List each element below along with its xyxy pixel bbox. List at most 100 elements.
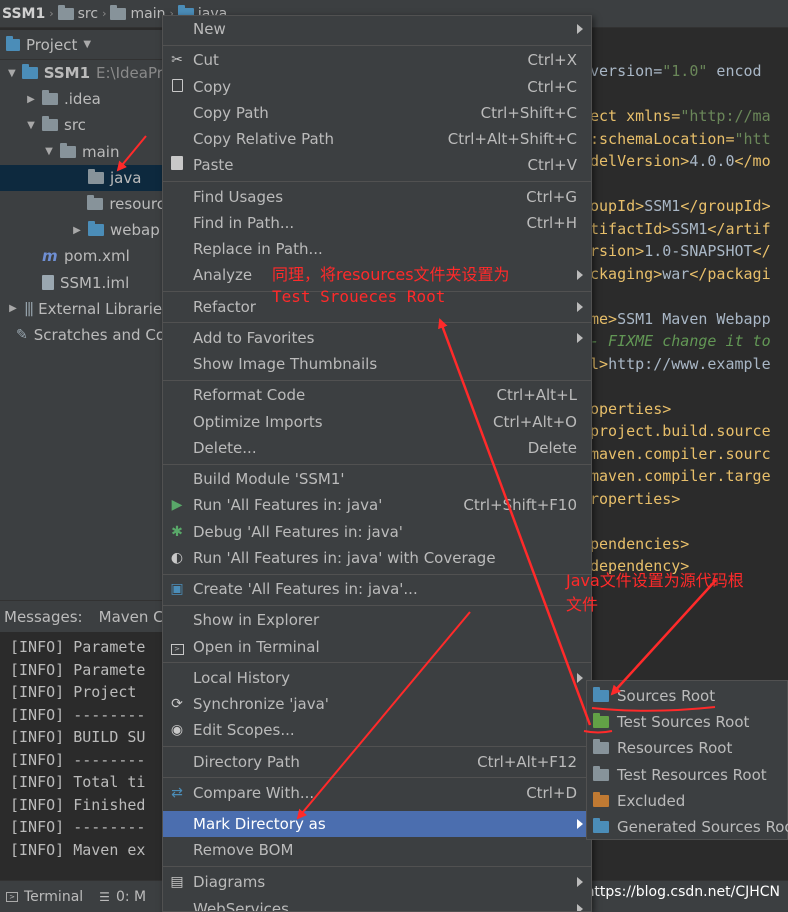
tree-item-main[interactable]: ▼ main [0, 139, 165, 165]
terminal-tab[interactable]: > Terminal [6, 889, 83, 905]
tree-item--idea[interactable]: ▶ .idea [0, 86, 165, 112]
console-line: [INFO] -------- [10, 818, 146, 836]
submenu-item-resources-root[interactable]: Resources Root [587, 735, 788, 761]
maven-tab[interactable]: Maven C [99, 608, 164, 626]
tree-item-src[interactable]: ▼ src [0, 112, 165, 138]
folder-icon [42, 90, 58, 106]
code-line: oupId>SSM1</groupId> [590, 197, 771, 219]
submenu-item-sources-root[interactable]: Sources Root [587, 683, 788, 709]
code-token: ect xmlns= [590, 107, 681, 125]
menu-item-webservices[interactable]: WebServices [163, 896, 591, 911]
code-token: - FIXME change it to [590, 332, 771, 350]
expand-right-icon[interactable]: ▶ [72, 225, 82, 236]
menu-item-label: Run 'All Features in: java' [193, 496, 383, 514]
code-line: maven.compiler.targe [590, 467, 771, 489]
menu-item-directory-path[interactable]: Directory Path Ctrl+Alt+F12 [163, 749, 591, 775]
tree-item-label: Scratches and Co [33, 326, 165, 344]
tree-item-webap[interactable]: ▶ webap [0, 217, 165, 243]
expand-right-icon[interactable]: ▶ [8, 303, 18, 314]
resources-root-icon [593, 739, 609, 755]
code-token: </packagi [689, 264, 771, 283]
menu-item-edit-scopes[interactable]: ◉ Edit Scopes... [163, 717, 591, 743]
menu-item-label: Replace in Path... [193, 240, 323, 258]
project-panel-header[interactable]: Project ▼ [0, 30, 165, 60]
menu-item-remove-bom[interactable]: Remove BOM [163, 837, 591, 863]
coverage-icon: ◐ [170, 550, 184, 566]
menu-item-run-all-features-in-java-with-coverage[interactable]: ◐ Run 'All Features in: java' with Covera… [163, 545, 591, 571]
console-line: [INFO] -------- [10, 750, 146, 769]
tree-item-scratches-and-co[interactable]: ✎ Scratches and Co [0, 322, 165, 348]
code-token: project.build.source [590, 422, 771, 440]
expand-down-icon[interactable]: ▼ [44, 146, 54, 157]
submenu-item-generated-sources-roo[interactable]: Generated Sources Roo [587, 814, 788, 840]
messages-bottom-tab[interactable]: ☰ 0: M [99, 889, 146, 905]
menu-item-shortcut: Ctrl+Shift+C [480, 104, 577, 122]
menu-item-show-in-explorer[interactable]: Show in Explorer [163, 607, 591, 633]
menu-item-find-usages[interactable]: Find Usages Ctrl+G [163, 184, 591, 210]
expand-down-icon[interactable]: ▼ [26, 120, 36, 131]
context-menu: New ✂ Cut Ctrl+X Copy Ctrl+C Copy Path Ctrl+Shi… [162, 15, 592, 912]
code-line: me>SSM1 Maven Webapp [590, 310, 771, 332]
code-token: maven.compiler.targe [590, 467, 771, 485]
menu-item-shortcut: Ctrl+G [526, 188, 577, 206]
menu-item-optimize-imports[interactable]: Optimize Imports Ctrl+Alt+O [163, 409, 591, 435]
nav-src[interactable]: src [57, 4, 98, 22]
submenu-item-excluded[interactable]: Excluded [587, 788, 788, 814]
tree-item-label: External Librarie [38, 299, 163, 318]
code-editor[interactable]: version="1.0" encod ect xmlns="http://ma:… [590, 60, 788, 600]
tree-item-ssm1-iml[interactable]: SSM1.iml [0, 270, 165, 296]
expand-down-icon[interactable]: ▼ [8, 68, 16, 79]
menu-item-reformat-code[interactable]: Reformat Code Ctrl+Alt+L [163, 382, 591, 408]
menu-item-copy-relative-path[interactable]: Copy Relative Path Ctrl+Alt+Shift+C [163, 126, 591, 152]
code-token: l> [590, 354, 609, 373]
tree-item-ssm1[interactable]: ▼ SSM1 E:\IdeaPro [0, 60, 172, 86]
submenu-arrow-icon [577, 24, 583, 34]
menu-item-find-in-path[interactable]: Find in Path... Ctrl+H [163, 210, 591, 236]
menu-item-delete[interactable]: Delete... Delete [163, 435, 591, 461]
menu-item-shortcut: Ctrl+Alt+O [493, 413, 577, 431]
menu-item-label: Copy [193, 78, 232, 96]
code-token: "http://ma [680, 107, 771, 125]
menu-item-compare-with[interactable]: ⇄ Compare With... Ctrl+D [163, 780, 591, 806]
menu-item-debug-all-features-in-java[interactable]: ✱ Debug 'All Features in: java' [163, 519, 591, 545]
test-sources-root-icon [593, 713, 609, 729]
menu-item-open-in-terminal[interactable]: > Open in Terminal [163, 634, 591, 660]
chevron-down-icon[interactable]: ▼ [83, 39, 91, 50]
nav-main[interactable]: main [110, 4, 165, 22]
java-annotation-line1: Java文件设置为源代码根 [566, 571, 744, 590]
menu-item-copy[interactable]: Copy Ctrl+C [163, 74, 591, 100]
submenu-item-test-sources-root[interactable]: Test Sources Root [587, 709, 788, 735]
menu-item-show-image-thumbnails[interactable]: Show Image Thumbnails [163, 351, 591, 377]
expand-right-icon[interactable]: ▶ [26, 94, 36, 105]
menu-item-cut[interactable]: ✂ Cut Ctrl+X [163, 47, 591, 73]
menu-item-paste[interactable]: Paste Ctrl+V [163, 152, 591, 178]
folder-icon [60, 142, 76, 158]
menu-item-diagrams[interactable]: ▤ Diagrams [163, 869, 591, 895]
project-tree: ▼ SSM1 E:\IdeaPro ▶ .idea ▼ src ▼ main java resour… [0, 60, 172, 600]
menu-item-label: Copy Relative Path [193, 130, 335, 148]
code-line: - FIXME change it to [590, 332, 771, 354]
tree-item-label: SSM1 [43, 64, 90, 82]
menu-item-mark-directory-as[interactable]: Mark Directory as [163, 811, 591, 837]
menu-item-synchronize-java[interactable]: ⟳ Synchronize 'java' [163, 691, 591, 717]
tree-item-external-librarie[interactable]: ▶ ||| External Librarie [0, 296, 165, 322]
menu-item-add-to-favorites[interactable]: Add to Favorites [163, 325, 591, 351]
sync-icon: ⟳ [171, 696, 183, 712]
messages-tab[interactable]: Messages: [4, 608, 83, 626]
tree-item-resourc[interactable]: resourc [0, 191, 165, 217]
menu-item-create-all-features-in-java[interactable]: ▣ Create 'All Features in: java'... [163, 576, 591, 602]
build-console: [INFO] Paramete [INFO] Paramete [INFO] Pro… [0, 632, 170, 880]
menu-separator [163, 45, 591, 46]
menu-item-copy-path[interactable]: Copy Path Ctrl+Shift+C [163, 100, 591, 126]
menu-item-build-module-ssm1[interactable]: Build Module 'SSM1' [163, 466, 591, 492]
tree-item-label: src [64, 116, 86, 135]
menu-item-run-all-features-in-java[interactable]: ▶ Run 'All Features in: java' Ctrl+Shift+F… [163, 492, 591, 518]
nav-project[interactable]: SSM1 [2, 6, 45, 22]
submenu-item-test-resources-root[interactable]: Test Resources Root [587, 762, 788, 788]
menu-item-local-history[interactable]: Local History [163, 665, 591, 691]
menu-item-new[interactable]: New [163, 16, 591, 42]
tree-item-pom-xml[interactable]: m pom.xml [0, 243, 165, 269]
tree-item-java[interactable]: java [0, 164, 165, 191]
menu-item-label: Remove BOM [193, 841, 294, 859]
menu-item-replace-in-path[interactable]: Replace in Path... [163, 236, 591, 262]
